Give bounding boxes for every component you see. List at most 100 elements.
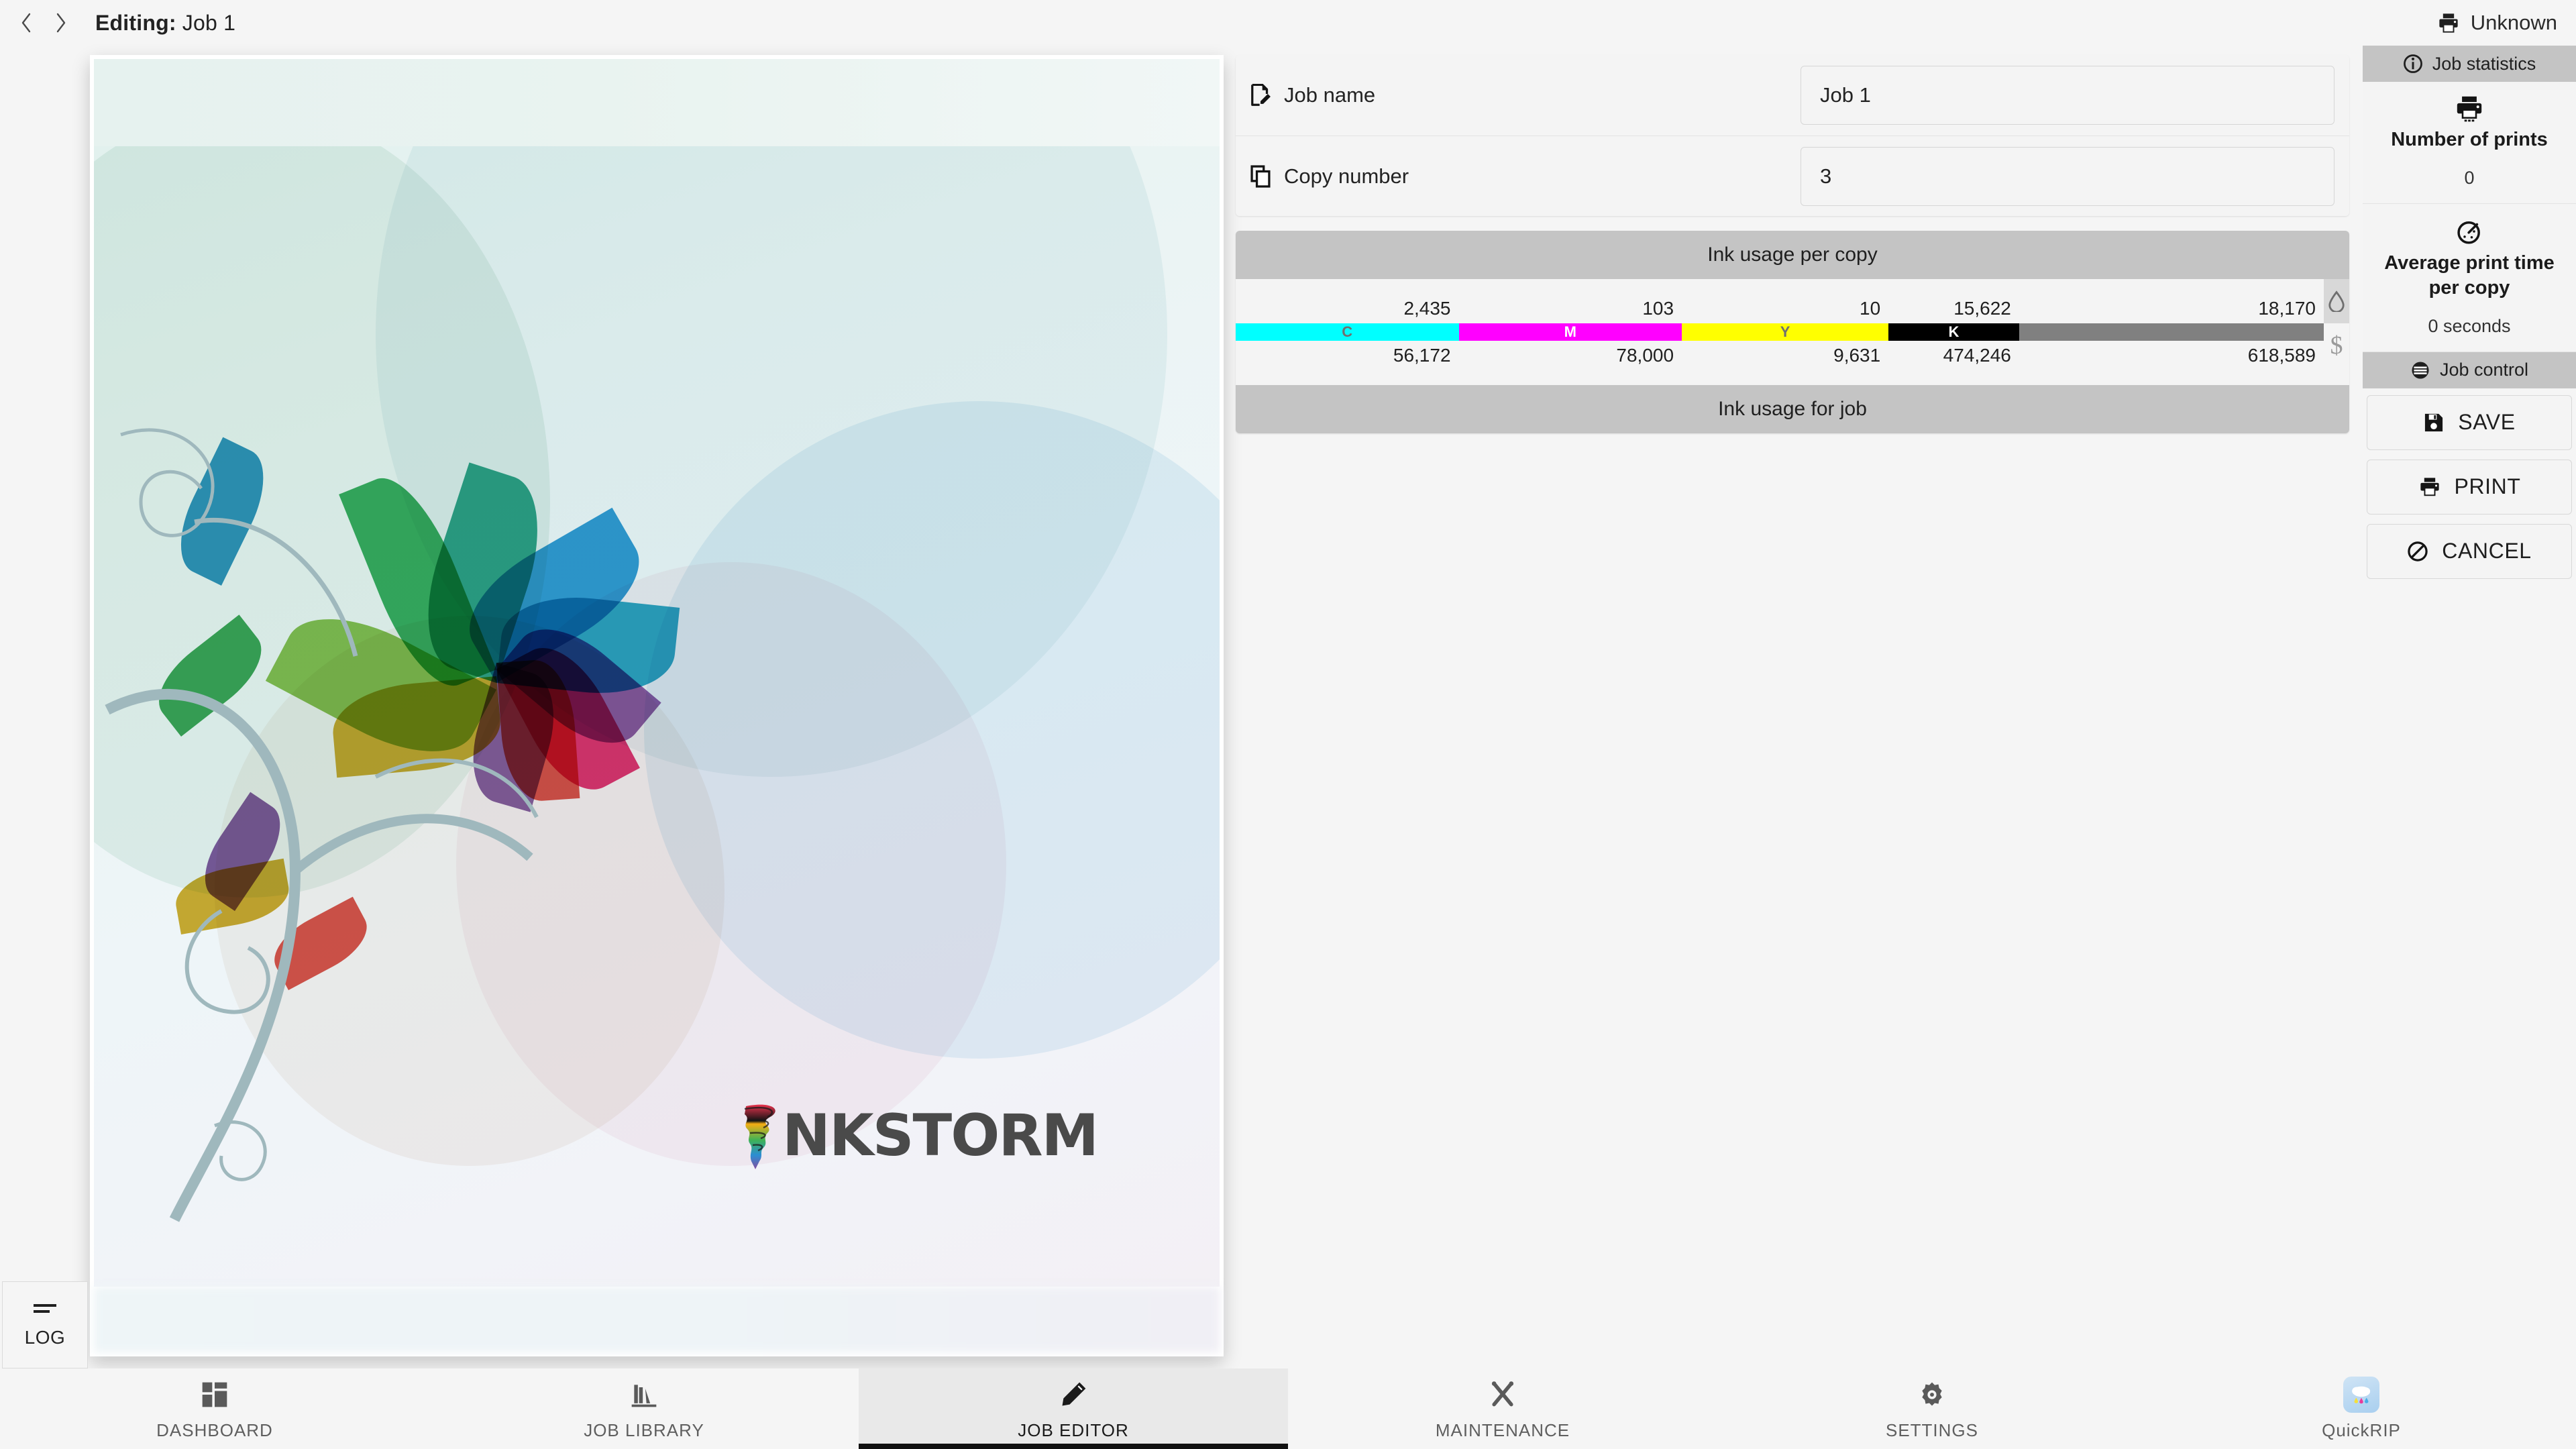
chevron-right-icon	[56, 13, 66, 33]
ink-usage-body: 2,435 103 10 15,622 18,170 C M Y K 56,172 78,000…	[1236, 279, 2349, 385]
ink-per-copy-value-C: 2,435	[1403, 298, 1451, 319]
forward-button[interactable]	[50, 9, 72, 36]
ink-channel-C: C	[1236, 323, 1459, 341]
nav-item-settings[interactable]: SETTINGS	[1717, 1368, 2147, 1449]
inkstorm-logo: NKSTORM	[738, 1095, 1140, 1176]
nav-item-label: QuickRIP	[2322, 1419, 2401, 1440]
ink-usage-for-job-header: Ink usage for job	[1236, 385, 2349, 433]
ink-for-job-value-C: 56,172	[1393, 345, 1451, 366]
job-control-title: Job control	[2439, 360, 2529, 380]
log-button-label: LOG	[24, 1327, 66, 1348]
printer-icon	[2369, 95, 2569, 122]
pencil-icon	[1059, 1377, 1088, 1412]
save-button-label: SAVE	[2458, 410, 2516, 435]
ink-for-job-values: 56,172 78,000 9,631 474,246 618,589	[1236, 341, 2324, 370]
copy-icon	[1250, 164, 1271, 188]
stat-average-print-time-label: Average print time per copy	[2384, 252, 2555, 299]
stat-number-of-prints-value: 0	[2464, 168, 2475, 189]
nav-item-job-editor[interactable]: JOB EDITOR	[859, 1368, 1288, 1449]
nav-item-label: JOB EDITOR	[1018, 1419, 1129, 1440]
stat-average-print-time: Average print time per copy 0 seconds	[2363, 204, 2576, 352]
save-icon	[2425, 413, 2443, 431]
stat-average-print-time-value: 0 seconds	[2428, 315, 2511, 336]
top-bar: Editing: Job 1 Unknown	[0, 0, 2576, 46]
ink-usage-per-copy-header: Ink usage per copy	[1236, 231, 2349, 279]
page-title-prefix: Editing:	[95, 10, 176, 35]
stat-number-of-prints: Number of prints 0	[2363, 82, 2576, 205]
job-name-input[interactable]: Job 1	[1801, 66, 2334, 125]
ink-channel-label: C	[1342, 323, 1353, 340]
ink-per-copy-value-Y: 10	[1860, 298, 1881, 319]
job-editor-screen: Editing: Job 1 Unknown NKSTORM LOG Job n…	[0, 0, 2576, 1449]
ink-channel-total	[2019, 323, 2324, 341]
nav-item-label: SETTINGS	[1885, 1419, 1978, 1440]
ink-channel-label: M	[1564, 323, 1576, 340]
ink-for-job-value-Y: 9,631	[1833, 345, 1881, 366]
cancel-button[interactable]: CANCEL	[2367, 523, 2572, 579]
library-icon	[629, 1377, 659, 1412]
printer-status-label: Unknown	[2470, 11, 2557, 34]
log-button[interactable]: LOG	[2, 1281, 88, 1368]
bottom-navigation: DASHBOARD JOB LIBRARY JOB EDITOR MAINTENANC…	[0, 1368, 2576, 1449]
ink-channel-Y: Y	[1682, 323, 1889, 341]
ink-channel-K: K	[1888, 323, 2019, 341]
job-statistics-title: Job statistics	[2432, 53, 2536, 74]
right-sidebar: Job statistics Number of prints 0 Averag…	[2363, 46, 2576, 1356]
info-icon	[2403, 54, 2422, 73]
job-preview-panel[interactable]: NKSTORM	[90, 55, 1224, 1356]
preview-bottom-band	[94, 1287, 1220, 1352]
save-button[interactable]: SAVE	[2367, 394, 2572, 450]
chevron-left-icon	[21, 13, 31, 33]
document-edit-icon	[1251, 84, 1271, 106]
cancel-button-label: CANCEL	[2442, 539, 2532, 564]
nav-item-label: MAINTENANCE	[1435, 1419, 1570, 1440]
ink-channel-label: K	[1948, 323, 1960, 340]
print-button[interactable]: PRINT	[2367, 459, 2572, 515]
dollar-icon: $	[2324, 323, 2349, 368]
gear-icon	[1917, 1377, 1947, 1412]
tools-icon	[1488, 1377, 1517, 1412]
copy-number-label: Copy number	[1284, 164, 1409, 188]
job-fields-card: Job name Job 1 Copy number 3	[1236, 55, 2349, 216]
copy-number-input[interactable]: 3	[1801, 146, 2334, 206]
ink-channel-label: Y	[1780, 323, 1790, 340]
ink-channel-bar: CMYK	[1236, 323, 2324, 341]
job-name-label: Job name	[1284, 83, 1376, 107]
dashboard-icon	[200, 1377, 229, 1412]
ink-channel-M: M	[1458, 323, 1682, 341]
printer-status[interactable]: Unknown	[2437, 0, 2557, 46]
menu-icon	[2412, 362, 2429, 379]
ink-for-job-value-K: 474,246	[1943, 345, 2011, 366]
nav-item-quickrip[interactable]: QuickRIP	[2147, 1368, 2576, 1449]
quickrip-icon	[2343, 1376, 2379, 1413]
navigation-arrows	[15, 9, 72, 36]
preview-top-band	[94, 59, 1220, 146]
printer-icon	[2439, 13, 2458, 33]
printer-icon	[2420, 478, 2439, 496]
preview-artwork: NKSTORM	[94, 146, 1220, 1287]
back-button[interactable]	[15, 9, 38, 36]
nav-item-dashboard[interactable]: DASHBOARD	[0, 1368, 429, 1449]
field-row-job-name: Job name Job 1	[1236, 55, 2349, 136]
nav-item-maintenance[interactable]: MAINTENANCE	[1288, 1368, 1717, 1449]
ink-tornado-icon	[744, 1104, 775, 1169]
job-settings-column: Job name Job 1 Copy number 3 Ink usage p…	[1236, 55, 2349, 433]
job-statistics-header: Job statistics	[2363, 46, 2576, 82]
cancel-icon	[2408, 541, 2428, 561]
ink-per-copy-value-K: 15,622	[1953, 298, 2011, 319]
job-control-header: Job control	[2363, 352, 2576, 388]
copy-number-label-group: Copy number	[1250, 164, 1801, 189]
ink-for-job-value-M: 78,000	[1616, 345, 1674, 366]
ink-usage-card: Ink usage per copy 2,435 103 10 15,622 18,17…	[1236, 231, 2349, 433]
timer-icon	[2369, 217, 2569, 246]
nav-item-job-library[interactable]: JOB LIBRARY	[429, 1368, 859, 1449]
ink-for-job-value-total: 618,589	[2247, 345, 2316, 366]
ink-drop-icon	[2324, 279, 2349, 323]
preview-sheet: NKSTORM	[90, 55, 1224, 1356]
ink-per-copy-value-M: 103	[1642, 298, 1674, 319]
nav-item-label: JOB LIBRARY	[584, 1419, 704, 1440]
ink-usage-chart: 2,435 103 10 15,622 18,170 C M Y K 56,172 78,000…	[1236, 279, 2324, 385]
stat-number-of-prints-label: Number of prints	[2391, 129, 2548, 150]
field-row-copy-number: Copy number 3	[1236, 136, 2349, 216]
print-button-label: PRINT	[2454, 474, 2521, 499]
